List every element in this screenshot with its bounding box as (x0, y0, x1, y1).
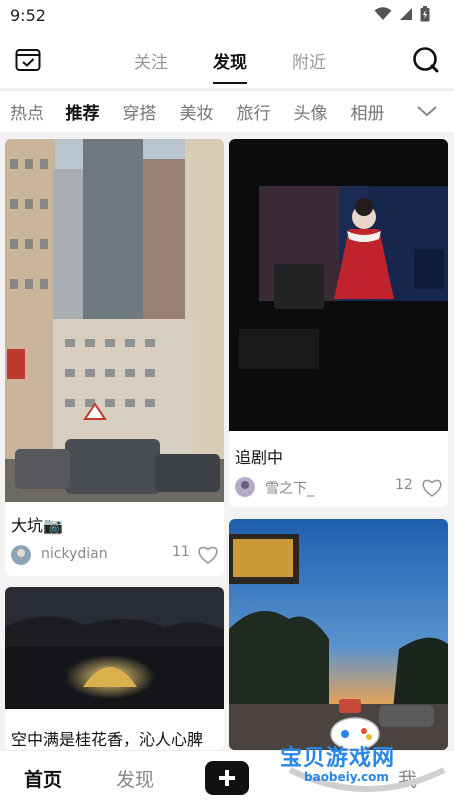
top-tabs: 关注 发现 附近 (120, 48, 340, 84)
nav-discover[interactable]: 发现 (116, 765, 154, 792)
card-title: 空中满是桂花香，沁人心脾 (11, 730, 204, 749)
feed-card[interactable]: 大坑📷 nickydian 11 (5, 139, 224, 576)
category-list: 热点 推荐 穿搭 美妆 旅行 头像 相册 (0, 99, 400, 124)
watermark-logo: 宝贝游戏网 baobeiy.com (280, 712, 454, 807)
calendar-check-icon[interactable] (14, 46, 42, 74)
nav-home[interactable]: 首页 (24, 765, 62, 792)
like-count: 11 (172, 544, 190, 560)
category-makeup[interactable]: 美妆 (168, 99, 225, 124)
battery-icon (420, 6, 430, 22)
search-icon[interactable] (412, 46, 440, 74)
signal-icon (400, 8, 412, 20)
status-bar: 9:52 (0, 0, 454, 34)
watermark-url: baobeiy.com (304, 770, 389, 784)
avatar[interactable] (235, 477, 255, 497)
chevron-down-icon[interactable] (416, 101, 438, 121)
card-title: 追剧中 (235, 448, 284, 467)
status-icons (374, 6, 430, 22)
category-recommend[interactable]: 推荐 (54, 99, 111, 124)
card-username[interactable]: 雪之下_ (265, 478, 314, 498)
wifi-icon (374, 7, 392, 20)
card-username[interactable]: nickydian (41, 546, 108, 562)
watermark-text: 宝贝游戏网 (280, 746, 396, 771)
category-hot[interactable]: 热点 (0, 99, 54, 124)
heart-icon[interactable] (421, 478, 443, 498)
tab-nearby[interactable]: 附近 (278, 48, 340, 80)
tab-discover[interactable]: 发现 (199, 48, 261, 84)
card-title: 大坑📷 (11, 516, 63, 535)
category-avatar[interactable]: 头像 (282, 99, 339, 124)
top-nav: 关注 发现 附近 (0, 34, 454, 88)
night-tent-photo (5, 587, 224, 709)
city-street-photo (5, 139, 224, 502)
feed-card[interactable]: 追剧中 雪之下_ 12 (229, 139, 448, 507)
status-time: 9:52 (10, 6, 46, 25)
app-screen: 9:52 关注 发现 附近 热点 推荐 穿搭 美妆 旅行 头像 相册 大坑📷 n… (0, 0, 454, 807)
like-count: 12 (395, 477, 413, 493)
category-album[interactable]: 相册 (339, 99, 396, 124)
category-outfit[interactable]: 穿搭 (111, 99, 168, 124)
tab-follow[interactable]: 关注 (120, 48, 182, 80)
heart-icon[interactable] (197, 545, 219, 565)
feed-card[interactable]: 空中满是桂花香，沁人心脾 (5, 587, 224, 750)
avatar[interactable] (11, 545, 31, 565)
add-post-button[interactable] (205, 761, 249, 795)
category-travel[interactable]: 旅行 (225, 99, 282, 124)
tv-screen-photo (229, 139, 448, 431)
category-bar: 热点 推荐 穿搭 美妆 旅行 头像 相册 (0, 90, 454, 132)
